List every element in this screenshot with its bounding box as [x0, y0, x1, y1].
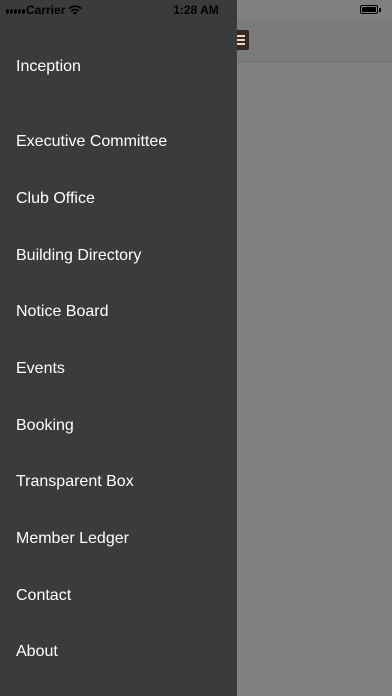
side-drawer-menu: Inception Executive Committee Club Offic…: [0, 0, 237, 696]
status-time: 1:28 AM: [173, 3, 219, 17]
battery-icon: [360, 5, 382, 15]
menu-item-booking[interactable]: Booking: [0, 404, 237, 448]
menu-item-club-office[interactable]: Club Office: [0, 177, 237, 221]
menu-item-contact[interactable]: Contact: [0, 574, 237, 618]
menu-item-member-ledger[interactable]: Member Ledger: [0, 517, 237, 561]
menu-item-about[interactable]: About: [0, 630, 237, 674]
menu-item-executive-committee[interactable]: Executive Committee: [0, 120, 237, 164]
menu-item-building-directory[interactable]: Building Directory: [0, 234, 237, 278]
menu-item-inception[interactable]: Inception: [0, 45, 237, 89]
menu-item-transparent-box[interactable]: Transparent Box: [0, 460, 237, 504]
menu-item-notice-board[interactable]: Notice Board: [0, 290, 237, 334]
menu-item-events[interactable]: Events: [0, 347, 237, 391]
status-bar: Carrier 1:28 AM: [0, 0, 392, 20]
